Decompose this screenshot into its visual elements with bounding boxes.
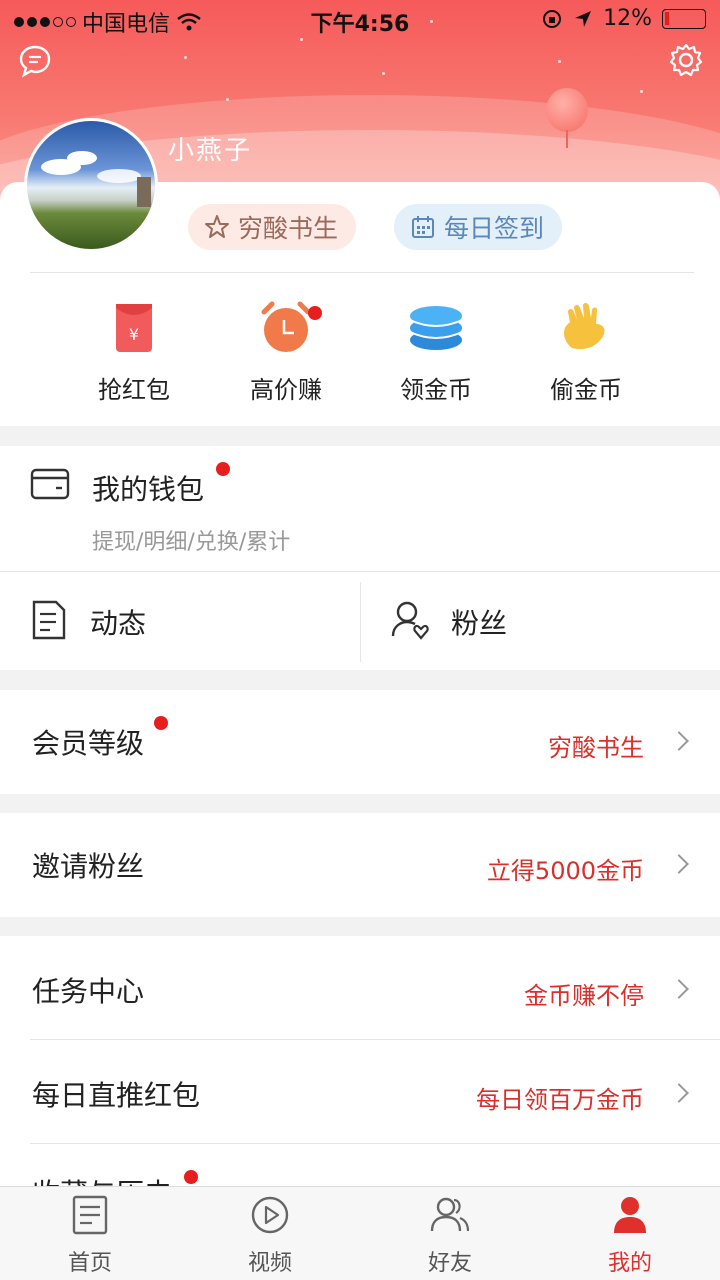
chevron-right-icon [669,731,689,751]
alarm-clock-icon [258,300,322,356]
bottom-tab-bar: 首页 视频 好友 我的 [0,1186,720,1280]
chevron-right-icon [669,854,689,874]
battery-icon [662,8,706,29]
fans-button[interactable]: 粉丝 [361,572,720,670]
wallet-section[interactable]: 我的钱包 提现/明细/兑换/累计 [0,446,720,571]
document-icon [32,600,66,640]
document-icon [70,1195,110,1235]
tab-video[interactable]: 视频 [210,1195,330,1277]
friends-icon [430,1195,470,1235]
member-level-row[interactable]: 会员等级 穷酸书生 [0,690,720,794]
favorites-history-row[interactable]: 收藏与历史 [0,1144,720,1186]
notification-dot [216,462,230,476]
chevron-right-icon [669,979,689,999]
hand-icon [558,300,614,356]
quick-action-get-coins[interactable]: 领金币 [376,300,496,405]
notification-dot [308,306,322,320]
menu-list: 任务中心 金币赚不停 每日直推红包 每日领百万金币 收藏与历史 [0,936,720,1186]
gear-icon[interactable] [668,42,704,78]
dynamics-button[interactable]: 动态 [0,572,360,670]
wallet-icon [30,468,70,500]
location-arrow-icon [575,10,592,27]
daily-checkin-button[interactable]: 每日签到 [394,204,563,250]
person-icon [610,1195,650,1235]
daily-push-row[interactable]: 每日直推红包 每日领百万金币 [0,1040,720,1143]
battery-percent: 12% [603,6,652,31]
tab-home[interactable]: 首页 [30,1195,150,1277]
username[interactable]: 小燕子 [168,130,252,167]
quick-action-red-envelope[interactable]: ¥ 抢红包 [74,300,194,405]
tab-mine[interactable]: 我的 [570,1195,690,1277]
coin-stack-icon [408,300,464,356]
balloon-decoration [546,88,588,132]
feed-section: 动态 粉丝 [0,572,720,670]
rank-badge[interactable]: 穷酸书生 [188,204,357,250]
wallet-subtitle: 提现/明细/兑换/累计 [92,530,291,555]
status-bar: 中国电信 下午4:56 12% [0,0,720,38]
invite-fans-row[interactable]: 邀请粉丝 立得5000金币 [0,813,720,917]
calendar-icon [412,216,434,238]
notification-dot [184,1170,198,1184]
quick-action-high-price[interactable]: 高价赚 [226,300,346,405]
star-icon [205,215,229,238]
chevron-right-icon [669,1083,689,1103]
svg-text:¥: ¥ [129,325,139,344]
tab-friends[interactable]: 好友 [390,1195,510,1277]
avatar[interactable] [24,118,158,252]
wallet-title: 我的钱包 [92,473,205,506]
message-icon[interactable] [18,44,52,78]
person-heart-icon [391,601,429,640]
quick-action-steal-coins[interactable]: 偷金币 [526,300,646,405]
task-center-row[interactable]: 任务中心 金币赚不停 [0,936,720,1039]
play-circle-icon [250,1195,290,1235]
red-envelope-icon: ¥ [106,300,162,356]
rotation-lock-icon [543,9,562,28]
notification-dot [154,716,168,730]
